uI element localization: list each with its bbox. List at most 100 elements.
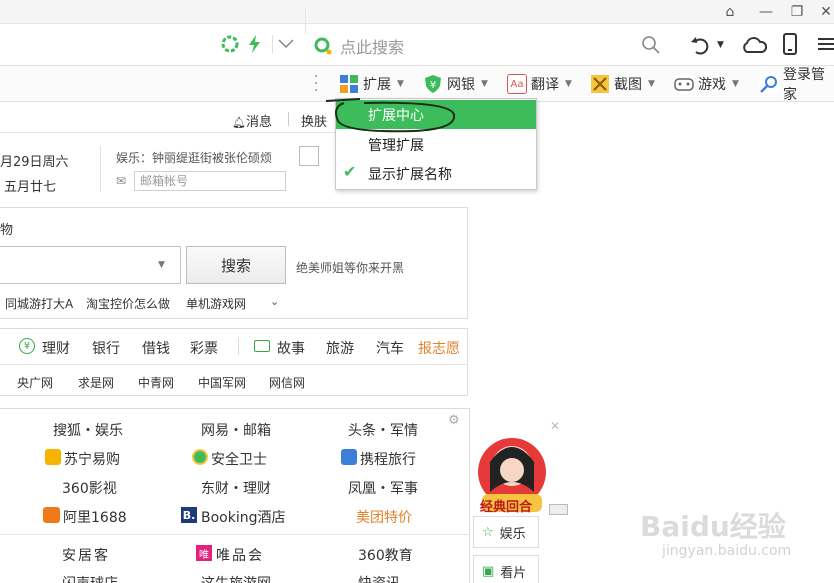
watermark-logo: Baidu经验	[640, 510, 786, 543]
site-booking[interactable]: Booking酒店	[201, 507, 286, 527]
screenshot-button[interactable]: 截图 ▼	[590, 73, 655, 95]
category-lottery[interactable]: 彩票	[190, 338, 218, 358]
chevron-down-icon: ▼	[565, 79, 572, 89]
extensions-button[interactable]: 扩展 ▼	[339, 73, 404, 95]
finance-icon: ¥	[19, 338, 35, 354]
menu-item-extension-center[interactable]: 扩展中心	[336, 100, 536, 129]
site-360-security[interactable]: 安全卫士	[211, 449, 267, 469]
mobile-icon[interactable]	[782, 33, 798, 55]
extensions-icon	[339, 74, 359, 94]
translate-button[interactable]: Aa 翻译 ▼	[507, 73, 572, 95]
extensions-dropdown-menu: 扩展中心 管理扩展 ✔ 显示扩展名称	[335, 98, 537, 190]
site-row6-b[interactable]: 这生旅游网	[201, 573, 271, 583]
skin-link[interactable]: 换肤	[301, 111, 327, 130]
chevron-down-icon[interactable]: ▼	[158, 260, 165, 270]
site-row6-a[interactable]: 闪声球店	[62, 573, 118, 583]
search-engine-logo-icon[interactable]	[313, 36, 333, 56]
divider	[0, 534, 470, 535]
broken-image-icon	[299, 146, 319, 166]
refresh-spin-icon[interactable]	[220, 34, 240, 54]
search-tab[interactable]: 物	[0, 219, 13, 238]
divider	[272, 35, 273, 53]
key-search-icon	[759, 74, 779, 94]
site-alibaba-1688[interactable]: 阿里1688	[63, 507, 127, 527]
menu-item-manage-extensions[interactable]: 管理扩展	[336, 130, 536, 159]
skin-icon[interactable]: ⌂	[716, 0, 744, 24]
side-button-label: 看片	[500, 565, 527, 581]
message-label: 消息	[245, 115, 272, 130]
games-label: 游戏	[698, 77, 726, 93]
alibaba-icon	[43, 507, 60, 523]
site-ctrip[interactable]: 携程旅行	[360, 449, 416, 469]
media-link-2[interactable]: 求是网	[78, 374, 114, 391]
search-button[interactable]: 搜索	[186, 246, 286, 284]
category-finance[interactable]: 理财	[42, 338, 70, 358]
site-suning[interactable]: 苏宁易购	[64, 449, 120, 469]
category-travel[interactable]: 旅游	[326, 338, 354, 358]
gear-icon[interactable]: ⚙	[448, 413, 460, 428]
chevron-down-icon[interactable]	[277, 36, 295, 50]
site-sohu-ent[interactable]: 搜狐・娱乐	[53, 420, 123, 440]
site-anjuke[interactable]: 安居客	[62, 545, 110, 565]
site-eastmoney[interactable]: 东财・理财	[201, 478, 271, 498]
media-link-5[interactable]: 网信网	[269, 374, 305, 391]
mail-account-input[interactable]: 邮箱帐号	[134, 171, 286, 191]
media-link-1[interactable]: 央广网	[17, 374, 53, 391]
category-loan[interactable]: 借钱	[142, 338, 170, 358]
chevron-down-icon[interactable]: ⌄	[270, 295, 279, 308]
category-bank[interactable]: 银行	[92, 338, 120, 358]
divider	[288, 112, 289, 126]
watermark-url: jingyan.baidu.com	[662, 543, 792, 559]
minimize-button[interactable]: —	[752, 0, 780, 24]
chevron-down-icon: ▼	[397, 79, 404, 89]
hot-search-3[interactable]: 单机游戏网	[186, 295, 246, 312]
chevron-down-icon: ▼	[481, 79, 488, 89]
category-college-application[interactable]: 报志愿	[418, 338, 460, 358]
booking-icon: B.	[181, 507, 197, 523]
undo-icon[interactable]	[689, 34, 711, 56]
side-button-movies[interactable]: ▣ 看片	[473, 555, 539, 583]
divider	[0, 364, 468, 365]
site-360-education[interactable]: 360教育	[358, 545, 413, 565]
restore-button[interactable]: ❐	[783, 0, 811, 24]
category-auto[interactable]: 汽车	[376, 338, 404, 358]
side-button-entertainment[interactable]: ☆ 娱乐	[473, 516, 539, 548]
game-ad-title[interactable]: 经典回合	[480, 496, 532, 515]
hot-search-1[interactable]: 同城游打大A	[5, 295, 73, 312]
divider	[238, 337, 239, 355]
site-row6-c[interactable]: 快资讯	[358, 573, 400, 583]
games-button[interactable]: 游戏 ▼	[674, 73, 739, 95]
chevron-down-icon: ▼	[648, 79, 655, 89]
scissors-icon	[590, 74, 610, 94]
search-box[interactable]	[305, 8, 670, 34]
divider	[100, 146, 101, 192]
site-vip[interactable]: 唯品会	[216, 545, 264, 565]
main-search-input[interactable]	[0, 246, 181, 284]
site-toutiao-military[interactable]: 头条・军情	[348, 420, 418, 440]
search-icon[interactable]	[641, 35, 661, 55]
site-ifeng-military[interactable]: 凤凰・军事	[348, 478, 418, 498]
close-ad-icon[interactable]: ✕	[550, 419, 560, 433]
menu-icon[interactable]	[818, 36, 834, 52]
site-netease-mail[interactable]: 网易・邮箱	[201, 420, 271, 440]
undo-menu-caret-icon[interactable]: ▼	[717, 40, 724, 50]
message-link[interactable]: 🔔︎消息	[232, 111, 272, 130]
more-dots-icon[interactable]: · · ·	[314, 70, 318, 98]
security-guard-icon	[192, 449, 208, 465]
speed-mode-icon[interactable]	[247, 34, 263, 54]
netbank-button[interactable]: ¥ 网银 ▼	[423, 73, 488, 95]
search-hint[interactable]: 绝美师姐等你来开黑	[296, 259, 404, 276]
media-link-3[interactable]: 中青网	[138, 374, 174, 391]
media-link-4[interactable]: 中国军网	[198, 374, 246, 391]
search-input[interactable]: 点此搜索	[340, 34, 404, 58]
netbank-label: 网银	[447, 77, 475, 93]
close-button[interactable]: ✕	[812, 0, 834, 24]
site-360-video[interactable]: 360影视	[62, 478, 117, 498]
category-story[interactable]: 故事	[277, 338, 305, 358]
login-manager-button[interactable]: 登录管家	[759, 67, 834, 103]
site-meituan-deals[interactable]: 美团特价	[356, 507, 412, 527]
cloud-icon[interactable]	[740, 34, 768, 56]
menu-item-show-extension-names[interactable]: ✔ 显示扩展名称	[336, 159, 536, 188]
news-headline[interactable]: 娱乐：钟丽缇逛街被张伦硕烦	[116, 149, 272, 166]
hot-search-2[interactable]: 淘宝控价怎么做	[86, 295, 170, 312]
